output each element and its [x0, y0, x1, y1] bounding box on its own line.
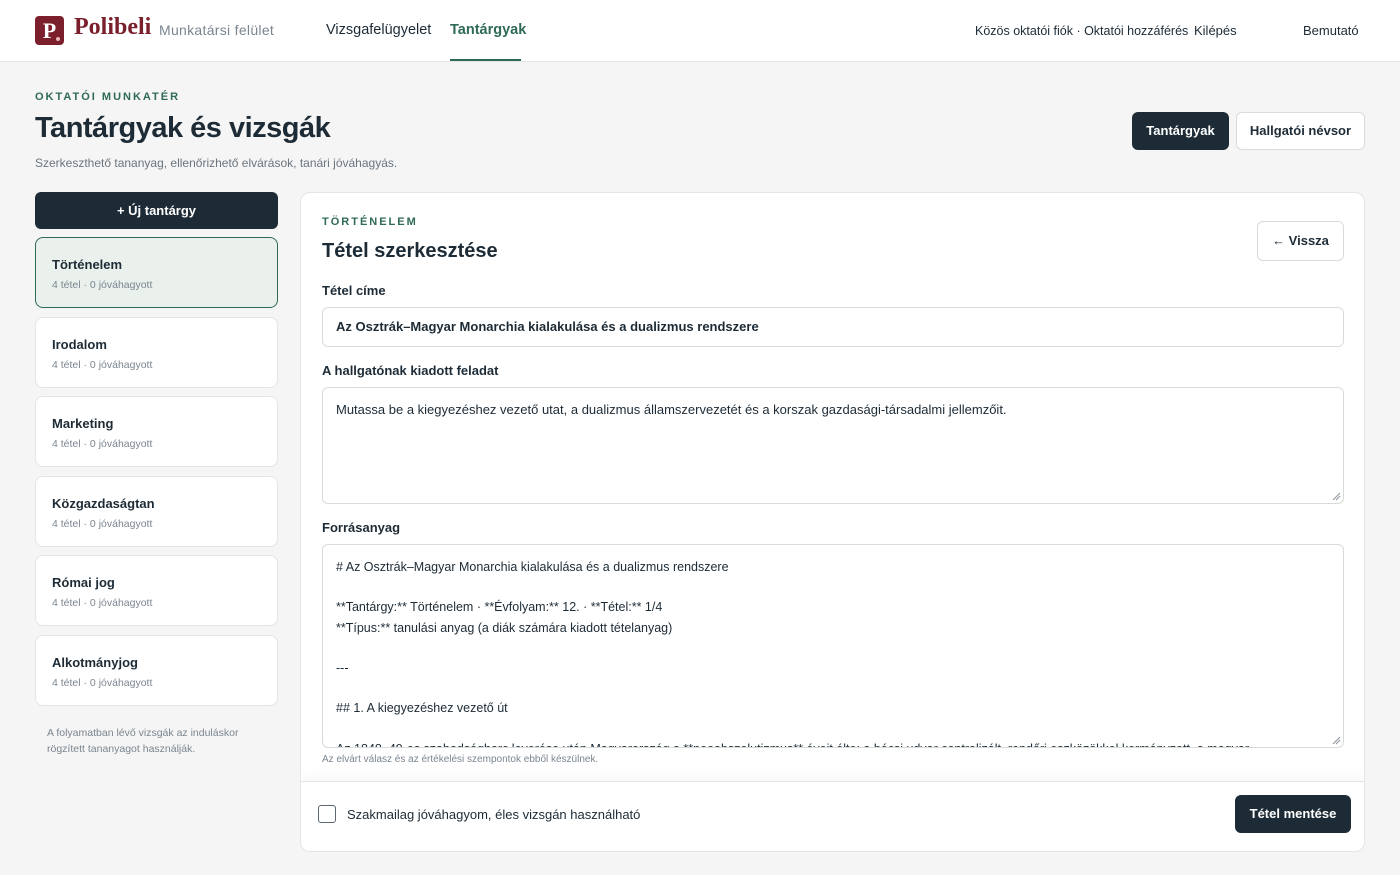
nav-active-indicator — [450, 59, 521, 61]
brand-subtitle: Munkatársi felület — [159, 22, 275, 38]
subjects-tab-button[interactable]: Tantárgyak — [1132, 112, 1229, 150]
subject-meta: 4 tétel · 0 jóváhagyott — [52, 597, 153, 609]
source-line: **Típus:** tanulási anyag (a diák számár… — [336, 620, 673, 635]
account-info[interactable]: Közös oktatói fiók · Oktatói hozzáférés — [975, 24, 1188, 38]
section-eyebrow: OKTATÓI MUNKATÉR — [35, 91, 181, 103]
resize-handle-icon[interactable] — [1332, 492, 1341, 501]
subject-name: Irodalom — [52, 337, 107, 352]
source-line: **Tantárgy:** Történelem · **Évfolyam:**… — [336, 600, 663, 615]
source-hint: Az elvárt válasz és az értékelési szempo… — [322, 754, 599, 765]
subject-item-romai-jog[interactable]: Római jog 4 tétel · 0 jóváhagyott — [35, 555, 278, 626]
source-line — [336, 577, 1330, 597]
page-title: Tantárgyak és vizsgák — [35, 112, 331, 144]
subject-item-tortenelem[interactable]: Történelem 4 tétel · 0 jóváhagyott — [35, 237, 278, 308]
approve-label[interactable]: Szakmailag jóváhagyom, éles vizsgán hasz… — [347, 807, 640, 822]
logout-link[interactable]: Kilépés — [1194, 23, 1237, 38]
task-textarea[interactable]: Mutassa be a kiegyezéshez vezető utat, a… — [322, 387, 1344, 504]
source-line — [336, 678, 1330, 698]
source-line: ## 1. A kiegyezéshez vezető út — [336, 701, 508, 716]
save-item-button[interactable]: Tétel mentése — [1235, 795, 1351, 833]
subject-item-alkotmanyjog[interactable]: Alkotmányjog 4 tétel · 0 jóváhagyott — [35, 635, 278, 706]
subject-item-kozgazdasagtan[interactable]: Közgazdaságtan 4 tétel · 0 jóváhagyott — [35, 476, 278, 547]
source-textarea[interactable]: # Az Osztrák–Magyar Monarchia kialakulás… — [322, 544, 1344, 748]
task-field-label: A hallgatónak kiadott feladat — [322, 363, 499, 378]
subject-name: Közgazdaságtan — [52, 496, 155, 511]
subject-name: Alkotmányjog — [52, 655, 138, 670]
student-roster-button[interactable]: Hallgatói névsor — [1236, 112, 1365, 150]
source-field-label: Forrásanyag — [322, 520, 401, 535]
back-button[interactable]: ← Vissza — [1257, 221, 1344, 261]
save-footer-bar: Szakmailag jóváhagyom, éles vizsgán hasz… — [301, 781, 1364, 851]
task-text: Mutassa be a kiegyezéshez vezető utat, a… — [336, 402, 1007, 417]
subject-meta: 4 tétel · 0 jóváhagyott — [52, 359, 153, 371]
editor-subject-eyebrow: TÖRTÉNELEM — [322, 216, 418, 228]
new-subject-button[interactable]: + Új tantárgy — [35, 192, 278, 229]
subject-item-marketing[interactable]: Marketing 4 tétel · 0 jóváhagyott — [35, 396, 278, 467]
page-subtitle: Szerkeszthető tananyag, ellenőrizhető el… — [35, 156, 398, 170]
nav-subjects[interactable]: Tantárgyak — [450, 22, 526, 38]
subject-name: Római jog — [52, 575, 115, 590]
nav-exam-supervision[interactable]: Vizsgafelügyelet — [326, 22, 431, 38]
source-line — [336, 638, 1330, 658]
source-line — [336, 719, 1330, 739]
resize-handle-icon[interactable] — [1332, 736, 1341, 745]
source-line: Az 1848–49-es szabadságharc leverése utá… — [336, 739, 1330, 747]
subject-meta: 4 tétel · 0 jóváhagyott — [52, 279, 153, 291]
source-line: # Az Osztrák–Magyar Monarchia kialakulás… — [336, 560, 729, 574]
editor-title: Tétel szerkesztése — [322, 240, 498, 262]
subject-meta: 4 tétel · 0 jóváhagyott — [52, 438, 153, 450]
demo-link[interactable]: Bemutató — [1303, 23, 1359, 38]
approve-checkbox[interactable] — [318, 805, 336, 823]
source-line: --- — [336, 660, 349, 675]
subject-name: Marketing — [52, 416, 114, 431]
brand-name[interactable]: Polibeli — [74, 14, 151, 41]
item-title-input[interactable]: Az Osztrák–Magyar Monarchia kialakulása … — [322, 307, 1344, 347]
subject-meta: 4 tétel · 0 jóváhagyott — [52, 677, 153, 689]
logo-icon[interactable]: P — [35, 16, 64, 45]
item-editor-panel: TÖRTÉNELEM Tétel szerkesztése ← Vissza T… — [300, 192, 1365, 852]
subject-name: Történelem — [52, 257, 123, 272]
top-navbar: P Polibeli Munkatársi felület Vizsgafelü… — [0, 0, 1400, 62]
subject-meta: 4 tétel · 0 jóváhagyott — [52, 518, 153, 530]
subject-item-irodalom[interactable]: Irodalom 4 tétel · 0 jóváhagyott — [35, 317, 278, 388]
title-field-label: Tétel címe — [322, 283, 386, 298]
sidebar-note: A folyamatban lévő vizsgák az induláskor… — [47, 727, 239, 755]
